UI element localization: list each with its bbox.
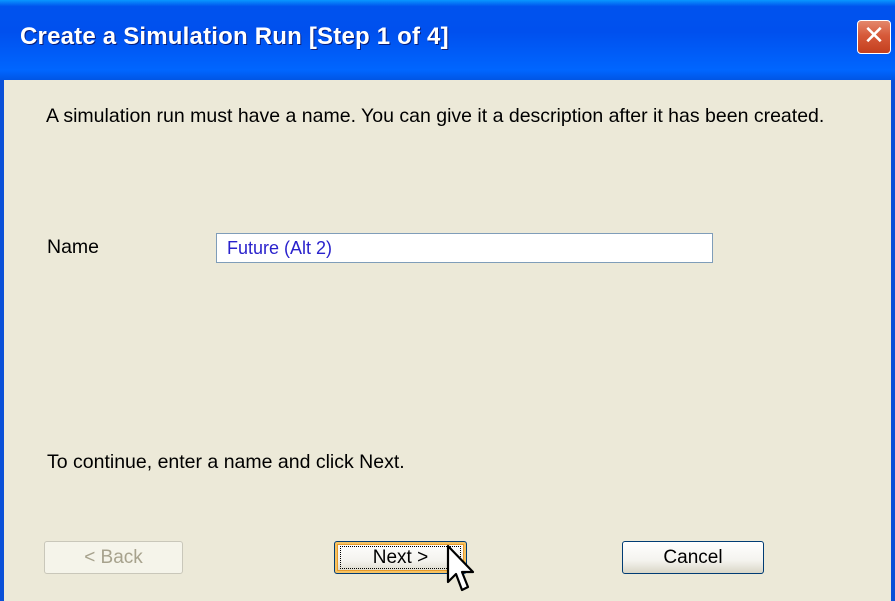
back-button[interactable]: < Back	[44, 541, 183, 574]
instruction-text: A simulation run must have a name. You c…	[46, 105, 825, 127]
close-icon: ✕	[863, 21, 885, 51]
window-title: Create a Simulation Run [Step 1 of 4]	[20, 23, 449, 50]
name-label: Name	[47, 236, 100, 258]
title-bar[interactable]: Create a Simulation Run [Step 1 of 4] ✕	[0, 0, 895, 80]
focus-rect	[340, 546, 461, 569]
name-input[interactable]	[216, 233, 713, 263]
cancel-button[interactable]: Cancel	[622, 541, 764, 574]
mouse-cursor-icon	[446, 544, 475, 592]
close-button[interactable]: ✕	[857, 20, 891, 54]
continue-hint: To continue, enter a name and click Next…	[47, 451, 405, 473]
dialog-window: Create a Simulation Run [Step 1 of 4] ✕ …	[0, 0, 895, 601]
